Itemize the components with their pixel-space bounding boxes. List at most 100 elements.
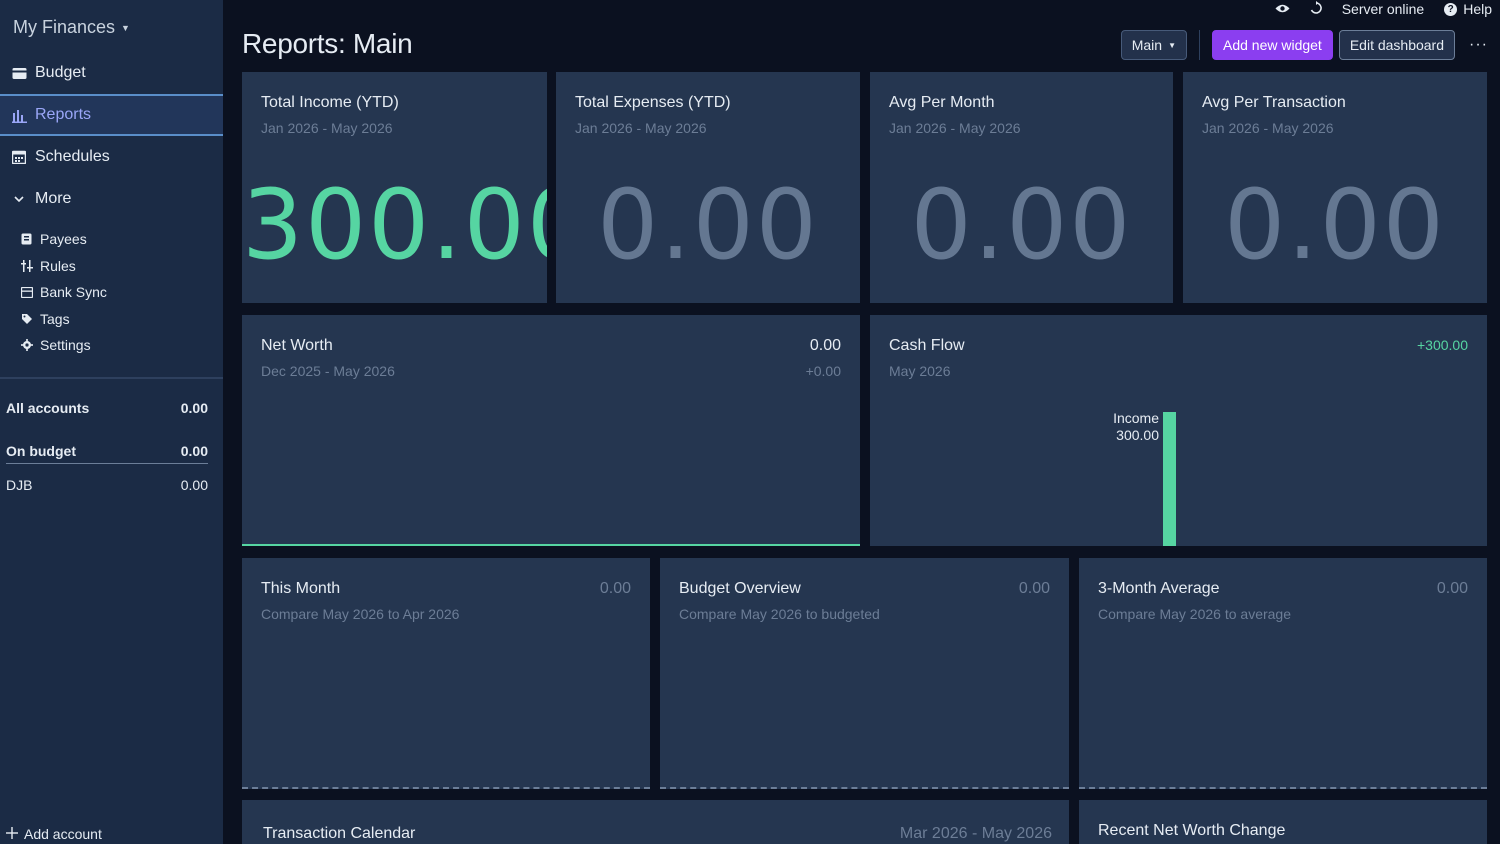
- account-balance: 0.00: [180, 400, 208, 416]
- account-name: All accounts: [6, 400, 90, 416]
- sidebar-item-settings[interactable]: Settings: [0, 332, 223, 359]
- titlebar: Server online ? Help: [1275, 0, 1492, 18]
- cash-flow-bar-name: Income: [1113, 410, 1159, 426]
- card-value: 0.00: [1436, 580, 1468, 597]
- account-balance: 0.00: [180, 443, 208, 459]
- plus-icon: [6, 826, 18, 842]
- sidebar-item-rules[interactable]: Rules: [0, 253, 223, 280]
- card-title: Transaction Calendar: [263, 825, 416, 842]
- sidebar-item-reports[interactable]: Reports: [0, 94, 223, 136]
- gear-icon: [20, 339, 33, 352]
- bar-chart-icon: [11, 107, 27, 123]
- card-this-month[interactable]: This Month Compare May 2026 to Apr 2026 …: [242, 558, 650, 789]
- payee-icon: [20, 233, 33, 246]
- help-button[interactable]: ? Help: [1444, 1, 1492, 17]
- card-title: 3-Month Average: [1098, 580, 1220, 597]
- caret-down-icon: ▼: [121, 22, 130, 33]
- sidebar-item-label: Payees: [40, 231, 87, 248]
- sidebar-item-label: Rules: [40, 257, 76, 274]
- card-net-worth[interactable]: Net Worth Dec 2025 - May 2026 0.00 +0.00: [242, 315, 860, 546]
- tag-icon: [20, 312, 33, 325]
- sidebar: My Finances ▼ Budget Reports Schedules M…: [0, 0, 223, 844]
- sidebar-item-label: Settings: [40, 337, 91, 354]
- card-cash-flow[interactable]: Cash Flow May 2026 +300.00 Income 300.00: [870, 315, 1487, 546]
- bank-icon: [20, 286, 33, 299]
- card-empty-baseline: [660, 787, 1069, 789]
- card-title: Budget Overview: [679, 580, 801, 597]
- more-options-icon[interactable]: ···: [1461, 36, 1488, 54]
- account-group-divider: [6, 463, 208, 464]
- account-name: DJB: [6, 477, 33, 493]
- dashboard-actions: Main ▼ Add new widget Edit dashboard ···: [1120, 30, 1488, 60]
- cash-flow-income-bar: [1163, 412, 1176, 546]
- sidebar-item-label: Schedules: [35, 148, 110, 165]
- help-label: Help: [1463, 1, 1492, 17]
- card-transaction-calendar[interactable]: Transaction Calendar Mar 2026 - May 2026: [242, 800, 1069, 844]
- net-worth-value: 0.00: [809, 337, 841, 354]
- card-big-value: 0.00: [1224, 169, 1446, 281]
- card-title: This Month: [261, 580, 341, 597]
- net-worth-change: +0.00: [805, 363, 841, 379]
- account-balance: 0.00: [180, 477, 208, 493]
- help-icon: ?: [1444, 2, 1458, 16]
- sidebar-item-label: Tags: [40, 310, 70, 327]
- card-date-range: Jan 2026 - May 2026: [1202, 120, 1334, 136]
- sidebar-main-nav: Budget Reports Schedules More: [0, 52, 223, 220]
- sidebar-item-tags[interactable]: Tags: [0, 306, 223, 333]
- eye-icon: [1275, 1, 1290, 17]
- page-title: Reports: Main: [242, 28, 413, 59]
- card-subtitle: Compare May 2026 to budgeted: [679, 606, 880, 622]
- account-name: On budget: [6, 443, 76, 459]
- server-status[interactable]: Server online: [1342, 1, 1425, 17]
- card-big-value: 0.00: [597, 169, 819, 281]
- card-empty-baseline: [242, 787, 650, 789]
- card-value: 0.00: [599, 580, 631, 597]
- add-account-label: Add account: [24, 826, 102, 842]
- budget-name-menu[interactable]: My Finances ▼: [13, 17, 130, 38]
- card-empty-baseline: [1079, 787, 1487, 789]
- sync-icon: [1310, 0, 1322, 18]
- card-avg-per-transaction[interactable]: Avg Per Transaction Jan 2026 - May 2026 …: [1183, 72, 1487, 303]
- card-date-range: Jan 2026 - May 2026: [889, 120, 1021, 136]
- caret-down-icon: ▼: [1168, 40, 1176, 50]
- card-title: Recent Net Worth Change: [1098, 822, 1286, 839]
- sidebar-item-more[interactable]: More: [0, 178, 223, 220]
- cash-flow-value: +300.00: [1417, 337, 1468, 353]
- dashboard-select-value: Main: [1131, 37, 1163, 53]
- sidebar-item-payees[interactable]: Payees: [0, 226, 223, 253]
- sidebar-item-budget[interactable]: Budget: [0, 52, 223, 94]
- card-total-expenses[interactable]: Total Expenses (YTD) Jan 2026 - May 2026…: [556, 72, 860, 303]
- edit-dashboard-button[interactable]: Edit dashboard: [1338, 30, 1456, 60]
- card-date-range: Mar 2026 - May 2026: [899, 825, 1052, 842]
- rules-icon: [20, 259, 33, 272]
- privacy-toggle[interactable]: [1275, 1, 1290, 17]
- card-subtitle: Compare May 2026 to Apr 2026: [261, 606, 460, 622]
- sidebar-item-bank-sync[interactable]: Bank Sync: [0, 279, 223, 306]
- sidebar-item-label: More: [35, 190, 72, 207]
- sidebar-item-label: Budget: [35, 64, 86, 81]
- card-date-range: Jan 2026 - May 2026: [575, 120, 707, 136]
- card-total-income[interactable]: Total Income (YTD) Jan 2026 - May 2026 3…: [242, 72, 547, 303]
- sync-button[interactable]: [1310, 0, 1322, 18]
- cash-flow-bar-label: Income 300.00: [1113, 410, 1159, 444]
- account-row-on-budget[interactable]: On budget 0.00: [6, 443, 208, 459]
- sidebar-item-label: Bank Sync: [40, 284, 107, 301]
- card-recent-net-worth-change[interactable]: Recent Net Worth Change: [1079, 800, 1487, 844]
- account-row-djb[interactable]: DJB 0.00: [6, 477, 208, 493]
- sidebar-item-label: Reports: [35, 106, 92, 123]
- dashboard-select[interactable]: Main ▼: [1120, 30, 1187, 60]
- card-subtitle: Compare May 2026 to average: [1098, 606, 1291, 622]
- add-account-button[interactable]: Add account: [6, 826, 102, 842]
- card-budget-overview[interactable]: Budget Overview Compare May 2026 to budg…: [660, 558, 1069, 789]
- card-title: Avg Per Month: [889, 94, 995, 111]
- chevron-down-icon: [11, 191, 27, 207]
- add-widget-button[interactable]: Add new widget: [1211, 30, 1333, 60]
- cash-flow-bar-value: 300.00: [1116, 427, 1159, 443]
- card-date-range: May 2026: [889, 363, 951, 379]
- account-row-all[interactable]: All accounts 0.00: [6, 400, 208, 416]
- sidebar-item-schedules[interactable]: Schedules: [0, 136, 223, 178]
- calendar-icon: [11, 149, 27, 165]
- card-avg-per-month[interactable]: Avg Per Month Jan 2026 - May 2026 0.00: [870, 72, 1173, 303]
- card-three-month-average[interactable]: 3-Month Average Compare May 2026 to aver…: [1079, 558, 1487, 789]
- card-title: Cash Flow: [889, 337, 965, 354]
